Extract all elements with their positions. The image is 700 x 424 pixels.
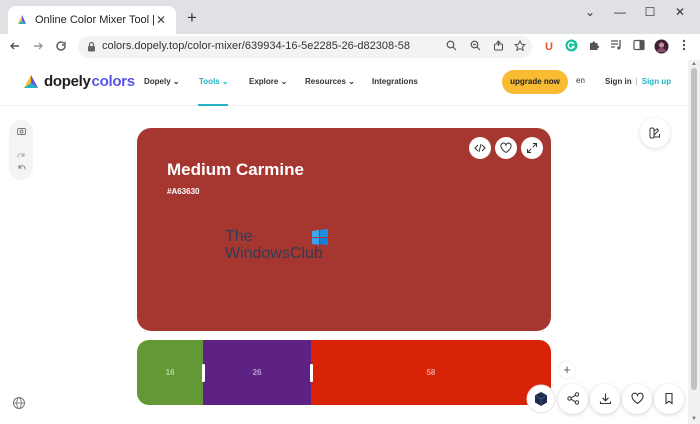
forward-icon[interactable] [28, 37, 48, 57]
thewindowsclub-watermark: The WindowsClub [225, 228, 328, 262]
tab-close-icon[interactable]: ✕ [154, 13, 168, 27]
lock-icon [88, 41, 95, 52]
color-hex[interactable]: #A63630 [167, 187, 199, 196]
nav-explore-label: Explore [249, 77, 279, 86]
nav-dopely-label: Dopely [144, 77, 171, 86]
code-icon [474, 143, 486, 153]
cube-icon [526, 384, 556, 414]
palette-icon [649, 127, 660, 139]
like-button[interactable] [622, 384, 652, 414]
scroll-up-arrow-icon[interactable]: ▲ [690, 61, 698, 67]
auth-separator: | [635, 77, 638, 86]
tab-title: Online Color Mixer Tool | Dopely [35, 14, 154, 26]
dopely-favicon-icon [18, 15, 26, 24]
url-text[interactable]: colors.dopely.top/color-mixer/639934-16-… [102, 40, 410, 52]
sign-in-link[interactable]: Sign in [605, 77, 632, 86]
watermark-line2: WindowsClub [225, 245, 323, 262]
chevron-down-icon: ⌄ [221, 77, 229, 86]
share-button[interactable] [558, 384, 588, 414]
browser-tab[interactable]: Online Color Mixer Tool | Dopely ✕ [8, 6, 176, 34]
dopely-logo-icon [24, 74, 38, 88]
mix-divider-handle[interactable] [202, 364, 206, 382]
color-picker-button[interactable] [640, 118, 670, 148]
nav-explore[interactable]: Explore ⌄ [249, 77, 287, 86]
grammarly-icon[interactable] [563, 39, 579, 55]
color-mix-bar[interactable]: 16 26 58 [137, 340, 551, 405]
reload-icon[interactable] [51, 37, 71, 57]
chevron-down-icon: ⌄ [172, 77, 180, 86]
chevron-down-icon: ⌄ [280, 77, 288, 86]
undo-icon[interactable] [9, 161, 33, 175]
side-panel-icon[interactable] [631, 39, 647, 55]
windows-logo-icon [312, 228, 328, 246]
favorite-color-button[interactable] [495, 137, 517, 159]
nav-tools[interactable]: Tools ⌄ [199, 77, 229, 86]
mix-divider-handle[interactable] [309, 364, 313, 382]
chevron-down-icon: ⌄ [348, 77, 355, 86]
nav-active-indicator [198, 104, 228, 106]
nav-tools-label: Tools [199, 77, 220, 86]
save-bookmark-button[interactable] [654, 384, 684, 414]
maximize-button[interactable]: ☐ [635, 3, 665, 21]
profile-avatar[interactable] [653, 39, 669, 55]
share-icon [566, 392, 579, 405]
heart-icon [500, 142, 512, 154]
site-logo[interactable]: dopely colors [22, 73, 135, 90]
tab-search-icon[interactable]: ⌄ [575, 3, 605, 21]
nav-resources[interactable]: Resources ⌄ [305, 77, 355, 86]
embed-code-button[interactable] [469, 137, 491, 159]
address-bar[interactable]: colors.dopely.top/color-mixer/639934-16-… [78, 36, 532, 58]
scroll-down-arrow-icon[interactable]: ▼ [690, 416, 698, 422]
media-control-icon[interactable] [608, 39, 624, 55]
camera-icon[interactable] [9, 125, 33, 139]
mix-segment-percent: 26 [252, 368, 262, 377]
close-window-button[interactable]: ✕ [665, 3, 695, 21]
browser-tab-strip: Online Color Mixer Tool | Dopely ✕ + ⌄ —… [0, 0, 700, 34]
color-name: Medium Carmine [167, 160, 304, 179]
upgrade-now-button[interactable]: upgrade now [502, 70, 568, 94]
color-preview-card: Medium Carmine #A63630 The WindowsClub [137, 128, 551, 331]
bookmark-icon [665, 392, 673, 405]
nav-integrations[interactable]: Integrations [372, 77, 418, 86]
mix-segment[interactable]: 16 [137, 340, 206, 405]
language-selector[interactable]: en [576, 76, 585, 85]
page-scrollbar[interactable]: ▲ ▼ [688, 60, 700, 424]
add-color-button[interactable]: + [559, 362, 575, 378]
bookmark-star-icon[interactable] [513, 39, 527, 54]
browser-toolbar: colors.dopely.top/color-mixer/639934-16-… [0, 34, 700, 60]
scrollbar-thumb[interactable] [691, 68, 697, 390]
logo-text-dopely: dopely [44, 73, 91, 90]
back-icon[interactable] [5, 37, 25, 57]
expand-icon [527, 143, 537, 153]
watermark-line1: The [225, 228, 253, 245]
globe-icon[interactable] [12, 396, 28, 412]
fullscreen-button[interactable] [521, 137, 543, 159]
download-icon [599, 393, 611, 405]
cube-3d-button[interactable] [526, 384, 556, 414]
new-tab-button[interactable]: + [182, 8, 202, 28]
mix-segment[interactable]: 58 [310, 340, 551, 405]
site-header: dopely colors Dopely ⌄ Tools ⌄ Explore ⌄ … [0, 60, 688, 106]
mix-segment-percent: 58 [426, 368, 436, 377]
search-icon[interactable] [444, 40, 458, 54]
side-toolbar [9, 120, 33, 180]
nav-resources-label: Resources [305, 77, 346, 86]
extensions-puzzle-icon[interactable] [586, 39, 602, 55]
zoom-icon[interactable] [468, 40, 482, 54]
sign-up-link[interactable]: Sign up [642, 77, 671, 86]
logo-text-colors: colors [91, 73, 136, 90]
minimize-button[interactable]: — [605, 3, 635, 21]
extension-u-icon[interactable]: U [541, 39, 557, 55]
auth-links: Sign in | Sign up [605, 77, 671, 86]
download-button[interactable] [590, 384, 620, 414]
heart-icon [631, 392, 643, 405]
mix-segment-percent: 16 [165, 368, 175, 377]
share-icon[interactable] [491, 40, 505, 54]
browser-menu-icon[interactable] [676, 39, 692, 55]
nav-dopely[interactable]: Dopely ⌄ [144, 77, 180, 86]
page-content: dopely colors Dopely ⌄ Tools ⌄ Explore ⌄ … [0, 60, 688, 424]
mix-segment[interactable]: 26 [203, 340, 313, 405]
